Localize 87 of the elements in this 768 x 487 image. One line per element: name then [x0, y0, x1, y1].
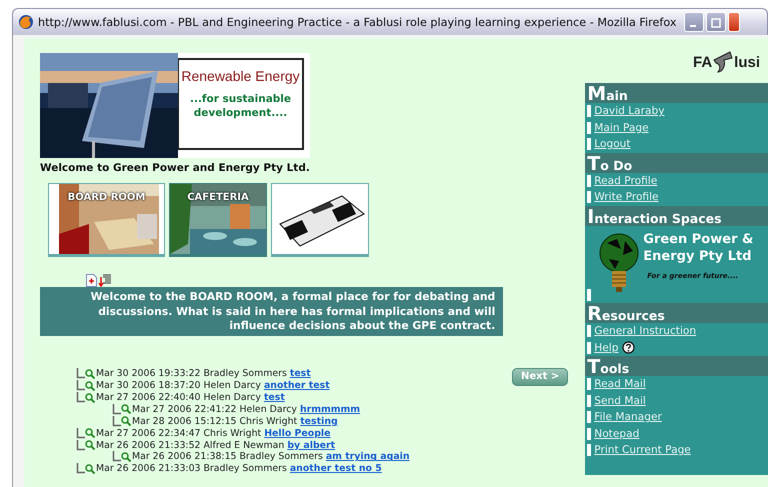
post-info: Mar 26 2006 21:38:15 Bradley Sommers — [132, 451, 323, 462]
tree-line-icon — [112, 416, 121, 427]
bullet-bar — [587, 191, 592, 204]
room-label: CAFETERIA — [186, 192, 250, 203]
section-heading: Main — [585, 83, 768, 103]
logo: FA lusi — [585, 48, 760, 76]
magnifier-icon — [85, 368, 95, 379]
list-sort-icon — [98, 274, 112, 287]
post-info: Mar 28 2006 15:12:15 Chris Wright — [132, 416, 298, 427]
magnifier-icon — [121, 416, 131, 426]
sidebar-link[interactable]: Send Mail — [594, 394, 646, 407]
post-link[interactable]: test — [264, 392, 285, 403]
post-link[interactable]: test — [290, 368, 311, 380]
room-description: Welcome to the BOARD ROOM, a formal place for for debating and discussions. What is said in here has formal implications and will influence decisions about the GPE contract. — [40, 287, 504, 336]
section-heading: Tools — [585, 356, 768, 376]
post-info: Mar 30 2006 19:33:22 Bradley Sommers — [96, 368, 287, 380]
post-link[interactable]: hrmmmmm — [300, 404, 360, 415]
post-info: Mar 27 2006 22:41:22 Helen Darcy — [132, 404, 297, 415]
magnifier-icon — [85, 440, 95, 450]
magnifier-icon — [85, 392, 95, 402]
sidebar-link[interactable]: Read Mail — [594, 378, 646, 390]
bullet-bar — [587, 325, 592, 338]
tree-line-icon — [76, 463, 85, 474]
room-tile[interactable]: BOARD ROOM — [48, 183, 165, 257]
section-heading: Resources — [585, 303, 768, 323]
magnifier-icon — [121, 404, 131, 414]
sidebar-link[interactable]: Help — [594, 342, 618, 354]
sidebar-link[interactable]: General Instruction — [594, 325, 696, 338]
sidebar-link[interactable]: Main Page — [594, 122, 649, 134]
bullet-bar — [587, 122, 592, 134]
tree-line-icon — [76, 440, 85, 451]
next-button[interactable]: Next > — [512, 368, 568, 386]
maximize-icon — [711, 18, 722, 28]
tree-line-icon — [112, 451, 121, 462]
post-link[interactable]: Hello People — [264, 428, 330, 439]
banner-title: Renewable Energy — [181, 68, 300, 84]
sidebar-link[interactable]: Print Current Page — [594, 444, 691, 456]
post-link[interactable]: another test — [264, 380, 330, 392]
sidebar-link[interactable]: File Manager — [594, 411, 662, 424]
tree-line-icon — [76, 368, 85, 380]
new-document-icon — [86, 274, 97, 287]
minimize-icon — [690, 25, 696, 27]
post-info: Mar 26 2006 21:33:03 Bradley Sommers — [96, 463, 287, 474]
minimize-button[interactable] — [684, 12, 704, 32]
post-info: Mar 27 2006 22:34:47 Chris Wright — [96, 428, 262, 439]
magnifier-icon — [85, 428, 95, 438]
post-link[interactable]: am trying again — [326, 451, 410, 462]
space-name: Green Power & Energy Pty Ltd — [643, 230, 754, 264]
magnifier-icon — [121, 452, 131, 462]
section-heading: Interaction Spaces — [585, 206, 768, 226]
room-tile[interactable]: CAFETERIA — [169, 183, 267, 257]
section-heading: To Do — [585, 152, 768, 172]
close-button[interactable] — [728, 12, 740, 32]
bullet-bar — [587, 342, 592, 354]
sidebar-link[interactable]: Logout — [594, 138, 631, 150]
bullet-bar — [587, 394, 592, 407]
tree-line-icon — [76, 380, 85, 392]
bullet-bar — [587, 105, 592, 118]
tree-line-icon — [112, 404, 121, 415]
banner-subtitle: ...for sustainable development.... — [188, 92, 292, 120]
bullet-bar — [587, 138, 592, 150]
sidebar-link[interactable]: David Laraby — [594, 105, 664, 118]
welcome-text: Welcome to Green Power and Energy Pty Ltd. — [40, 162, 311, 174]
post-link[interactable]: testing — [300, 416, 338, 427]
sidebar-link[interactable]: Write Profile — [594, 191, 659, 204]
window-title: http://www.fablusi.com - PBL and Engineering Practice - a Fablusi role playing learning experience - Mozilla Firefox — [38, 16, 676, 28]
room-label: BOARD ROOM — [66, 192, 146, 203]
post-info: Mar 26 2006 21:33:52 Alfred E Newman — [96, 440, 284, 451]
magnifier-icon — [85, 380, 95, 391]
bullet-bar — [587, 288, 592, 301]
post-info: Mar 30 2006 18:37:20 Helen Darcy — [96, 380, 261, 392]
tree-line-icon — [76, 392, 85, 403]
post-link[interactable]: by albert — [287, 440, 336, 451]
tree-line-icon — [76, 428, 85, 439]
bullet-bar — [587, 411, 592, 424]
bullet-bar — [587, 378, 592, 390]
lightbulb-globe-icon — [599, 230, 640, 292]
sidebar-link[interactable]: Read Profile — [594, 174, 658, 187]
browser-logo-icon — [18, 14, 34, 30]
bullet-bar — [587, 428, 592, 440]
sidebar-link[interactable]: Notepad — [594, 428, 640, 440]
maximize-button[interactable] — [706, 12, 726, 32]
post-info: Mar 27 2006 22:40:40 Helen Darcy — [96, 392, 261, 403]
bullet-bar — [587, 174, 592, 187]
post-link[interactable]: another test no 5 — [290, 463, 382, 474]
magnifier-icon — [85, 464, 95, 474]
bullet-bar — [587, 444, 592, 456]
